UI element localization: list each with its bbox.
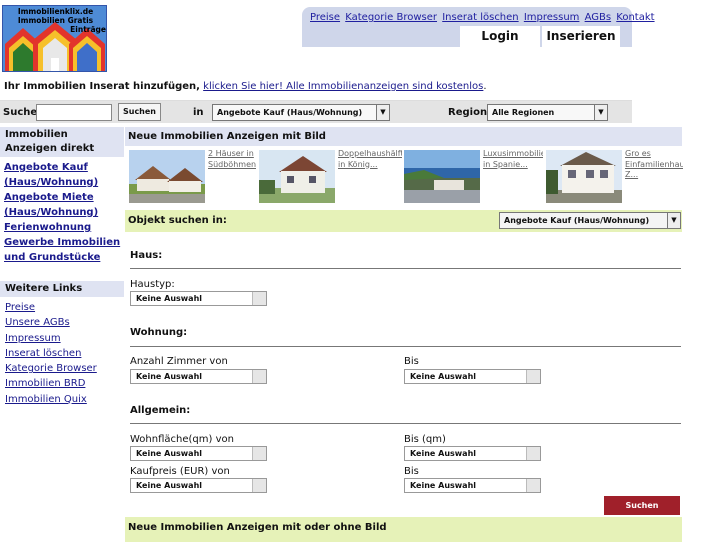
section-wohnung: Wohnung: [130,327,188,338]
login-button[interactable]: Login [460,26,540,47]
sidebar-item-inserat-loeschen[interactable]: Inserat löschen [5,346,125,361]
chevron-down-icon [252,479,266,492]
chevron-down-icon [526,479,540,492]
haustyp-label: Haustyp: [130,279,175,290]
section-haus: Haus: [130,250,163,261]
sidebar-item-kategorie-browser[interactable]: Kategorie Browser [5,361,125,376]
wohnflaeche-bis-label: Bis (qm) [404,434,446,445]
kaufpreis-bis-label: Bis [404,466,419,477]
sidebar-heading-weitere-links: Weitere Links [0,281,124,297]
listing-thumbnail[interactable] [259,150,335,203]
chevron-down-icon [526,447,540,460]
sidebar-item-angebote-miete[interactable]: Angebote Miete (Haus/Wohnung) [4,190,126,220]
notice-bold-text: Ihr Immobilien Inserat hinzufügen, [4,81,200,92]
haustyp-select-value: Keine Auswahl [136,294,203,303]
logo-text: Immobilienklix.de Immobilien Gratis Eint… [17,7,106,34]
top-nav-links: Preise Kategorie Browser Inserat löschen… [310,12,657,23]
wohnflaeche-bis-value: Keine Auswahl [410,449,477,458]
site-logo[interactable]: Immobilienklix.de Immobilien Gratis Eint… [2,5,107,72]
nav-link-inserat-loeschen[interactable]: Inserat löschen [442,12,518,23]
region-label: Region [448,107,488,118]
chevron-down-icon [252,292,266,305]
listing-thumbnail[interactable] [404,150,480,203]
chevron-down-icon [252,447,266,460]
nav-link-agbs[interactable]: AGBs [585,12,611,23]
category-select[interactable]: Angebote Kauf (Haus/Wohnung) ▼ [212,104,390,121]
listing-link[interactable]: Doppelhaushälfte in König... [338,149,402,170]
object-category-value: Angebote Kauf (Haus/Wohnung) [504,216,650,225]
wohnflaeche-bis-select[interactable]: Keine Auswahl [404,446,541,461]
sidebar-item-gewerbe[interactable]: Gewerbe Immobilien und Grundstücke [4,235,126,265]
chevron-down-icon [526,370,540,383]
add-listing-notice: Ihr Immobilien Inserat hinzufügen, klick… [4,81,487,92]
listing-link[interactable]: Gro es Einfamilienhaus Z... [625,149,683,181]
sidebar-item-angebote-kauf[interactable]: Angebote Kauf (Haus/Wohnung) [4,160,126,190]
region-select-value: Alle Regionen [492,108,555,117]
search-button[interactable]: Suchen [118,103,161,121]
kaufpreis-bis-value: Keine Auswahl [410,481,477,490]
zimmer-bis-label: Bis [404,356,419,367]
kaufpreis-von-label: Kaufpreis (EUR) von [130,466,230,477]
search-label: Suche [3,107,38,118]
sidebar-item-impressum[interactable]: Impressum [5,331,125,346]
kaufpreis-bis-select[interactable]: Keine Auswahl [404,478,541,493]
zimmer-bis-value: Keine Auswahl [410,372,477,381]
divider [130,268,681,269]
section-allgemein: Allgemein: [130,405,191,416]
chevron-down-icon: ▼ [376,105,389,120]
sidebar-more-links: Preise Unsere AGBs Impressum Inserat lös… [5,300,125,407]
nav-link-impressum[interactable]: Impressum [524,12,580,23]
zimmer-von-label: Anzahl Zimmer von [130,356,228,367]
wohnflaeche-von-label: Wohnfläche(qm) von [130,434,234,445]
nav-link-kontakt[interactable]: Kontakt [616,12,654,23]
haustyp-select[interactable]: Keine Auswahl [130,291,267,306]
search-bar: Suche Suchen in Angebote Kauf (Haus/Wohn… [0,100,632,123]
listing-link[interactable]: Luxusimmobilien in Spanie... [483,149,543,170]
sidebar-item-agbs[interactable]: Unsere AGBs [5,315,125,330]
in-label: in [193,107,204,118]
listing-thumbnail[interactable] [546,150,622,203]
search-submit-button[interactable]: Suchen [604,496,680,515]
sidebar-heading-direct: Immobilien Anzeigen direkt [0,127,124,157]
wohnflaeche-von-select[interactable]: Keine Auswahl [130,446,267,461]
divider [130,346,681,347]
zimmer-bis-select[interactable]: Keine Auswahl [404,369,541,384]
listing-link[interactable]: 2 Häuser in Südböhmen... [208,149,256,170]
object-search-label: Objekt suchen in: [128,215,227,226]
region-select[interactable]: Alle Regionen ▼ [487,104,608,121]
inserieren-button[interactable]: Inserieren [540,26,620,47]
chevron-down-icon [252,370,266,383]
object-category-select[interactable]: Angebote Kauf (Haus/Wohnung) ▼ [499,212,681,229]
section-heading-new-with-image: Neue Immobilien Anzeigen mit Bild [125,127,682,146]
add-listing-link[interactable]: klicken Sie hier! Alle Immobilienanzeige… [203,81,483,92]
nav-link-preise[interactable]: Preise [310,12,340,23]
notice-end: . [483,81,487,92]
sidebar-item-ferienwohnung[interactable]: Ferienwohnung [4,220,126,235]
zimmer-von-value: Keine Auswahl [136,372,203,381]
chevron-down-icon: ▼ [594,105,607,120]
section-heading-new-with-or-without-image: Neue Immobilien Anzeigen mit oder ohne B… [125,517,682,542]
sidebar-item-immobilien-brd[interactable]: Immobilien BRD [5,376,125,391]
category-select-value: Angebote Kauf (Haus/Wohnung) [217,108,363,117]
divider [130,423,681,424]
chevron-down-icon: ▼ [667,213,680,228]
listing-thumbnail[interactable] [129,150,205,203]
kaufpreis-von-value: Keine Auswahl [136,481,203,490]
sidebar-item-immobilien-quix[interactable]: Immobilien Quix [5,392,125,407]
wohnflaeche-von-value: Keine Auswahl [136,449,203,458]
search-input[interactable] [36,104,112,121]
kaufpreis-von-select[interactable]: Keine Auswahl [130,478,267,493]
sidebar-item-preise[interactable]: Preise [5,300,125,315]
zimmer-von-select[interactable]: Keine Auswahl [130,369,267,384]
top-navigation: Preise Kategorie Browser Inserat löschen… [302,7,655,47]
sidebar-direct-links: Angebote Kauf (Haus/Wohnung) Angebote Mi… [4,160,126,265]
nav-link-kategorie-browser[interactable]: Kategorie Browser [345,12,437,23]
